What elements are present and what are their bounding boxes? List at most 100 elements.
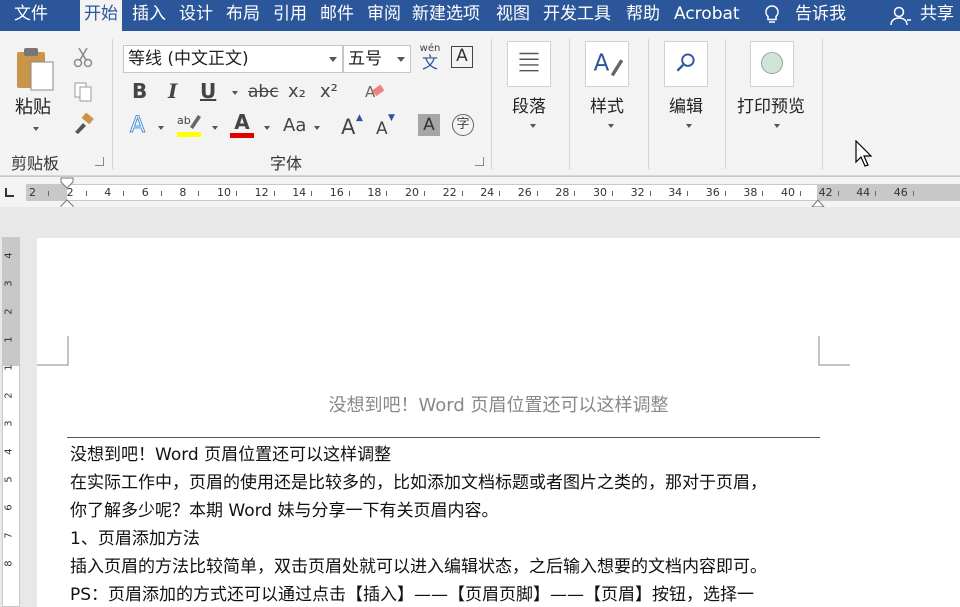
tab-review[interactable]: 审阅: [367, 0, 401, 31]
clipboard-group-label: 剪贴板: [11, 154, 60, 173]
shrink-font-button[interactable]: A: [376, 119, 388, 139]
vertical-ruler-number: 4: [3, 448, 15, 455]
styles-caret[interactable]: [608, 124, 614, 128]
copy-icon[interactable]: [72, 81, 94, 103]
font-color-button[interactable]: A: [230, 111, 254, 139]
tab-insert[interactable]: 插入: [132, 0, 166, 31]
text-effects-caret[interactable]: [158, 126, 164, 130]
vertical-ruler-number: 3: [3, 420, 15, 427]
font-dialog-launcher[interactable]: [475, 157, 484, 166]
crop-mark-top-right: [818, 336, 850, 366]
paste-button-label[interactable]: 粘贴: [15, 93, 51, 119]
paste-dropdown-caret[interactable]: [33, 127, 39, 131]
strikethrough-button[interactable]: abc: [248, 82, 279, 102]
shrink-arrow-icon: ▼: [388, 113, 395, 123]
ruler-tick: [48, 191, 49, 196]
editing-caret[interactable]: [686, 124, 692, 128]
ruler-tick: [424, 191, 425, 196]
editing-button[interactable]: [664, 41, 708, 87]
ruler-tick: [800, 191, 801, 196]
clear-formatting-icon[interactable]: A: [364, 81, 386, 103]
cut-icon[interactable]: [72, 46, 94, 68]
phonetic-guide-button[interactable]: wén 文: [418, 43, 442, 73]
tab-new-options[interactable]: 新建选项: [412, 0, 480, 31]
character-shading-button[interactable]: A: [418, 114, 440, 136]
styles-button[interactable]: A: [585, 41, 629, 87]
crop-mark-top-left: [37, 336, 69, 366]
character-border-button[interactable]: A: [451, 46, 473, 68]
subscript-button[interactable]: x₂: [288, 81, 306, 102]
print-preview-caret[interactable]: [774, 124, 780, 128]
ruler-tick: [386, 191, 388, 196]
ruler-number: 16: [329, 186, 344, 199]
highlight-color-caret[interactable]: [212, 126, 218, 130]
italic-button[interactable]: I: [168, 79, 177, 103]
ruler-tick: [198, 191, 200, 196]
tell-me-search[interactable]: 告诉我: [795, 0, 846, 31]
vertical-ruler-number: 2: [3, 392, 15, 399]
format-painter-icon[interactable]: [72, 113, 96, 135]
ruler-tick: [612, 191, 613, 196]
lightbulb-icon[interactable]: [762, 4, 782, 26]
ruler-tick: [348, 191, 350, 196]
change-case-button[interactable]: Aa: [283, 115, 306, 136]
group-separator: [822, 39, 823, 169]
tab-file[interactable]: 文件: [14, 0, 48, 31]
clipboard-dialog-launcher[interactable]: [95, 157, 104, 166]
tab-home[interactable]: 开始: [80, 0, 122, 31]
paste-icon[interactable]: [14, 46, 58, 92]
underline-dropdown-caret[interactable]: [232, 91, 238, 95]
ruler-tick: [273, 191, 275, 196]
group-separator: [648, 39, 649, 169]
vertical-ruler-number: 4: [3, 252, 15, 259]
chevron-down-icon[interactable]: [397, 57, 405, 62]
document-page[interactable]: 没想到吧！Word 页眉位置还可以这样调整 没想到吧！Word 页眉位置还可以这…: [37, 238, 960, 607]
font-name-value: 等线 (中文正文): [128, 49, 249, 69]
ruler-tick: [649, 191, 651, 196]
editing-label[interactable]: 编辑: [669, 92, 703, 117]
tab-acrobat[interactable]: Acrobat: [674, 0, 740, 31]
chevron-down-icon[interactable]: [329, 57, 337, 62]
tab-view[interactable]: 视图: [496, 0, 530, 31]
vertical-ruler[interactable]: 4 3 2 1 1 2 3 4 5 6 7 8: [2, 237, 20, 607]
enclose-characters-button[interactable]: 字: [452, 114, 474, 136]
tab-layout[interactable]: 布局: [226, 0, 260, 31]
right-indent-marker[interactable]: [811, 194, 825, 208]
ruler-number: 46: [893, 186, 908, 199]
document-body[interactable]: 没想到吧！Word 页眉位置还可以这样调整 在实际工作中，页眉的使用还是比较多的…: [70, 441, 840, 607]
underline-button[interactable]: U: [200, 79, 216, 103]
tab-stop-selector[interactable]: [5, 188, 14, 197]
superscript-button[interactable]: x²: [320, 81, 338, 102]
tab-mailings[interactable]: 邮件: [320, 0, 354, 31]
font-name-combo[interactable]: 等线 (中文正文): [123, 45, 343, 73]
print-preview-button[interactable]: [750, 41, 794, 87]
font-color-caret[interactable]: [264, 126, 270, 130]
share-person-icon[interactable]: [890, 5, 912, 27]
text-effects-button[interactable]: A: [129, 113, 145, 139]
grow-font-button[interactable]: A: [341, 115, 355, 139]
ruler-number: 38: [743, 186, 758, 199]
paragraph-caret[interactable]: [530, 124, 536, 128]
font-size-combo[interactable]: 五号: [343, 45, 411, 73]
highlight-color-icon[interactable]: ab: [176, 111, 202, 139]
change-case-caret[interactable]: [314, 126, 320, 130]
ruler-number: 28: [555, 186, 570, 199]
ruler-tick: [461, 191, 463, 196]
paragraph-button[interactable]: [507, 41, 551, 87]
svg-text:A: A: [594, 51, 610, 77]
tab-developer[interactable]: 开发工具: [543, 0, 611, 31]
ruler-number: 8: [179, 186, 187, 199]
ruler-number: 36: [705, 186, 720, 199]
ruler-number: 4: [104, 186, 112, 199]
paragraph-label[interactable]: 段落: [512, 92, 546, 117]
styles-label[interactable]: 样式: [590, 92, 624, 117]
share-button[interactable]: 共享: [920, 0, 954, 31]
bold-button[interactable]: B: [132, 79, 147, 103]
body-line: 你了解多少呢？本期 Word 妹与分享一下有关页眉内容。: [70, 501, 499, 521]
tab-references[interactable]: 引用: [273, 0, 307, 31]
tab-design[interactable]: 设计: [179, 0, 213, 31]
vertical-ruler-number: 1: [3, 336, 15, 343]
print-preview-label[interactable]: 打印预览: [737, 92, 805, 117]
page-header-text[interactable]: 没想到吧！Word 页眉位置还可以这样调整: [37, 391, 960, 417]
tab-help[interactable]: 帮助: [626, 0, 660, 31]
